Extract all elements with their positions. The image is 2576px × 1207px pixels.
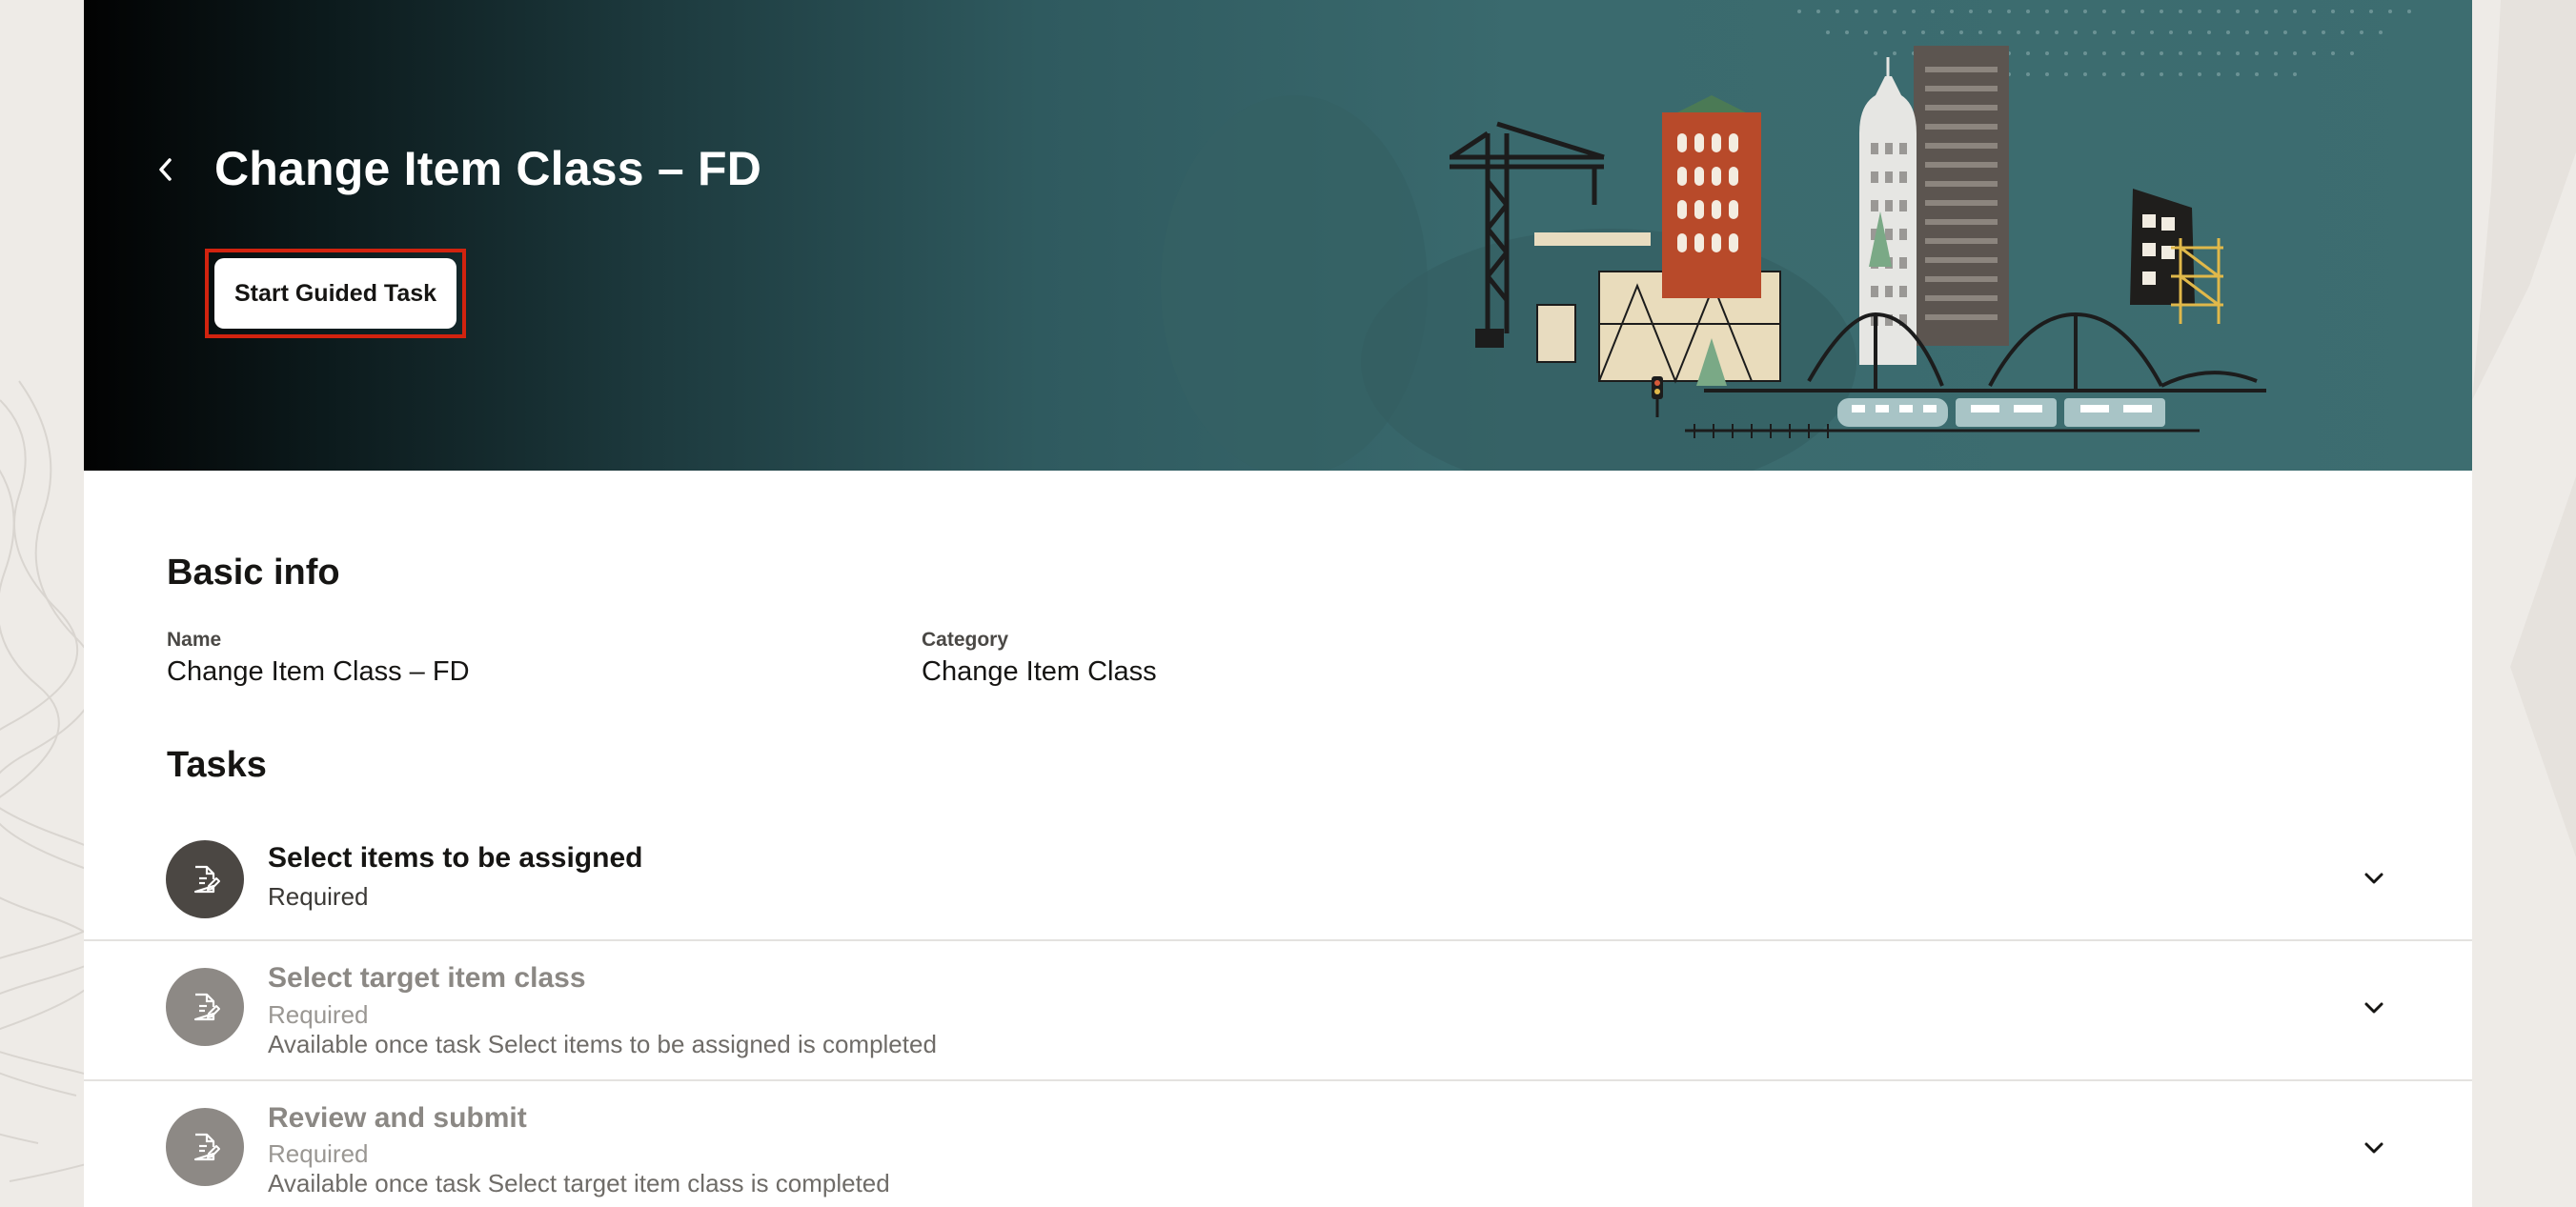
chevron-down-icon xyxy=(2364,873,2383,884)
task-icon xyxy=(166,1108,244,1186)
task-title: Select target item class xyxy=(268,962,586,994)
name-label: Name xyxy=(167,629,222,651)
category-label: Category xyxy=(922,629,1009,651)
tasks-heading: Tasks xyxy=(167,745,267,785)
task-icon xyxy=(166,968,244,1046)
expand-button[interactable] xyxy=(2355,859,2393,897)
background-pattern-right xyxy=(2472,0,2576,857)
chevron-left-icon xyxy=(159,158,172,181)
header-banner: Change Item Class – FD Start Guided Task xyxy=(84,0,2472,471)
task-status: Required xyxy=(268,882,369,911)
background-pattern xyxy=(0,380,84,1182)
task-status: Required xyxy=(268,1139,369,1168)
category-value: Change Item Class xyxy=(922,656,1157,687)
task-row-select-target[interactable]: Select target item class Required Availa… xyxy=(84,939,2472,1079)
document-edit-icon xyxy=(193,993,220,1021)
chevron-down-icon xyxy=(2364,1142,2383,1154)
document-edit-icon xyxy=(193,865,220,894)
name-value: Change Item Class – FD xyxy=(167,656,470,687)
page-title: Change Item Class – FD xyxy=(214,142,762,195)
back-button[interactable] xyxy=(145,149,187,191)
expand-button[interactable] xyxy=(2355,1129,2393,1167)
task-title: Select items to be assigned xyxy=(268,842,643,874)
chevron-down-icon xyxy=(2364,1002,2383,1014)
task-note: Available once task Select items to be a… xyxy=(268,1030,937,1058)
task-row-review-submit[interactable]: Review and submit Required Available onc… xyxy=(84,1079,2472,1207)
task-note: Available once task Select target item c… xyxy=(268,1169,890,1197)
basic-info-heading: Basic info xyxy=(167,553,340,593)
start-guided-task-button[interactable]: Start Guided Task xyxy=(214,258,456,329)
task-title: Review and submit xyxy=(268,1102,527,1134)
task-row-select-items[interactable]: Select items to be assigned Required xyxy=(84,819,2472,939)
city-illustration xyxy=(1161,10,2411,471)
task-status: Required xyxy=(268,1000,369,1029)
start-button-highlight: Start Guided Task xyxy=(205,249,466,338)
document-edit-icon xyxy=(193,1133,220,1161)
expand-button[interactable] xyxy=(2355,989,2393,1027)
task-icon xyxy=(166,840,244,918)
page-container: Change Item Class – FD Start Guided Task… xyxy=(84,0,2472,1207)
